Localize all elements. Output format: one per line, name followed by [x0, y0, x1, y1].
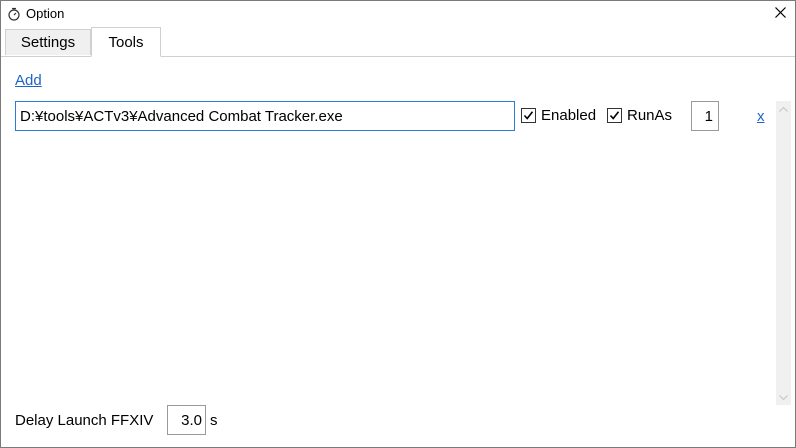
delay-launch-label: Delay Launch FFXIV — [15, 412, 154, 429]
close-button[interactable] — [765, 1, 795, 27]
timer-icon — [7, 7, 21, 21]
runas-checkbox[interactable] — [607, 108, 622, 123]
vertical-scrollbar[interactable] — [776, 101, 791, 405]
remove-tool-link[interactable]: x — [757, 108, 765, 125]
enabled-label: Enabled — [541, 107, 597, 124]
tool-order-input[interactable] — [691, 101, 719, 131]
scroll-down-button[interactable] — [776, 390, 791, 405]
window-title: Option — [26, 6, 65, 21]
enabled-checkbox[interactable] — [521, 108, 536, 123]
tab-settings-label: Settings — [20, 34, 76, 51]
delay-launch-input[interactable] — [167, 405, 206, 435]
tab-tools[interactable]: Tools — [91, 27, 161, 57]
chevron-up-icon — [779, 106, 788, 112]
title-bar: Option — [1, 1, 795, 27]
close-icon — [774, 5, 786, 23]
checkmark-icon — [523, 111, 534, 120]
checkmark-icon — [609, 111, 620, 120]
runas-label: RunAs — [627, 107, 673, 124]
tab-settings[interactable]: Settings — [5, 29, 91, 55]
option-window: Option Settings Tools Add Enabled — [0, 0, 796, 448]
tab-tools-label: Tools — [108, 33, 144, 51]
add-tool-link[interactable]: Add — [15, 72, 42, 89]
delay-unit-label: s — [210, 412, 218, 429]
tab-strip: Settings Tools — [1, 27, 795, 57]
scroll-up-button[interactable] — [776, 101, 791, 116]
tool-path-input[interactable] — [15, 101, 515, 131]
chevron-down-icon — [779, 394, 788, 400]
